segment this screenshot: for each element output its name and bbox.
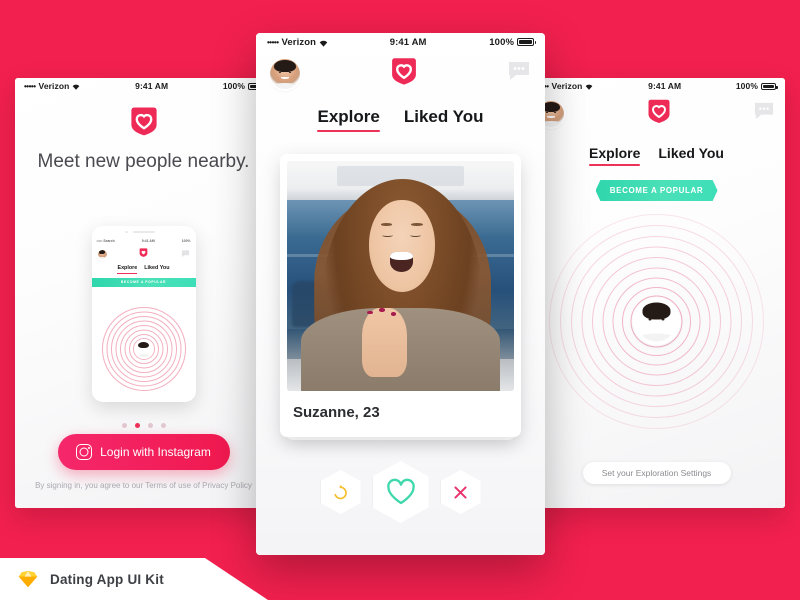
- right-status-bar: ••••• Verizon 9:41 AM 100%: [528, 78, 785, 94]
- chat-bubble-icon[interactable]: [753, 101, 775, 126]
- center-status-bar: ••••• Verizon 9:41 AM 100%: [256, 33, 545, 51]
- tab-liked-you[interactable]: Liked You: [404, 107, 484, 132]
- mockup-chat-icon: [181, 245, 190, 263]
- clock-label: 9:41 AM: [135, 81, 169, 91]
- footer-banner: Dating App UI Kit: [0, 558, 268, 600]
- exploration-settings-button[interactable]: Set your Exploration Settings: [582, 462, 731, 484]
- right-nav-bar: [528, 94, 785, 135]
- left-status-bar: ••••• Verizon 9:41 AM 100%: [15, 78, 272, 94]
- phone-mockup-preview: ••••• Search 9:41 AM 100% Explore Liked …: [91, 226, 196, 402]
- center-phone-screen: ••••• Verizon 9:41 AM 100% Explore Liked…: [256, 33, 545, 555]
- rewind-button[interactable]: [320, 470, 361, 514]
- signal-dots: •••••: [267, 37, 279, 47]
- dislike-button[interactable]: [440, 470, 481, 514]
- mockup-speaker: [124, 231, 155, 233]
- wifi-icon: [319, 39, 328, 47]
- mockup-avatar: [97, 249, 107, 259]
- pager-dot-3[interactable]: [147, 423, 153, 428]
- signal-dots: •••••: [24, 81, 36, 91]
- tab-liked-you[interactable]: Liked You: [658, 145, 724, 166]
- carrier-label: Verizon: [551, 81, 583, 91]
- right-phone-screen: ••••• Verizon 9:41 AM 100%: [528, 78, 785, 508]
- screenshot-canvas: ••••• Verizon 9:41 AM 100% Meet new peop…: [0, 0, 800, 600]
- mockup-radar: [101, 307, 186, 391]
- mockup-time: 9:41 AM: [141, 238, 155, 243]
- radar-visualization: [549, 213, 764, 429]
- profile-name-age: Suzanne, 23: [293, 404, 380, 421]
- pager-dot-4[interactable]: [160, 423, 166, 428]
- profile-card[interactable]: Suzanne, 23: [280, 154, 521, 437]
- pager-dot-2[interactable]: [134, 423, 140, 428]
- mockup-radar-avatar: [135, 341, 152, 357]
- heart-shield-logo: [644, 96, 674, 131]
- chat-bubble-icon[interactable]: [507, 60, 531, 87]
- left-phone-screen: ••••• Verizon 9:41 AM 100% Meet new peop…: [15, 78, 272, 508]
- clock-label: 9:41 AM: [648, 81, 682, 91]
- login-button-label: Login with Instagram: [100, 445, 211, 459]
- heart-shield-logo: [126, 103, 162, 144]
- mockup-battery: 100%: [181, 238, 191, 243]
- card-action-bar[interactable]: [256, 461, 545, 523]
- mockup-carrier: ••••• Search: [96, 238, 115, 243]
- wifi-icon: [72, 83, 80, 91]
- left-headline: Meet new people nearby.: [37, 151, 250, 172]
- profile-photo: [287, 161, 514, 391]
- mockup-status-bar: ••••• Search 9:41 AM 100%: [92, 237, 196, 244]
- pager-dot-1[interactable]: [121, 423, 127, 428]
- tab-explore[interactable]: Explore: [589, 145, 641, 166]
- instagram-icon: [76, 444, 93, 460]
- tab-explore[interactable]: Explore: [317, 107, 381, 132]
- sketch-diamond-icon: [17, 568, 39, 590]
- profile-card-stack: Suzanne, 23: [280, 154, 521, 440]
- onboarding-pager[interactable]: [15, 423, 272, 428]
- mockup-become-popular-badge: BECOME A POPULAR: [91, 277, 196, 287]
- heart-icon: [386, 478, 415, 505]
- mockup-logo-icon: [138, 245, 149, 263]
- battery-percent-label: 100%: [222, 81, 245, 91]
- carrier-label: Verizon: [281, 36, 317, 48]
- undo-arrow-icon: [334, 484, 347, 499]
- battery-full-icon: [517, 38, 536, 46]
- close-x-icon: [454, 485, 467, 499]
- legal-text: By signing in, you agree to our Terms of…: [35, 481, 252, 490]
- right-tab-bar[interactable]: Explore Liked You: [528, 145, 785, 166]
- wifi-icon: [585, 83, 593, 91]
- mockup-tab-explore: Explore: [117, 265, 138, 274]
- become-popular-badge[interactable]: BECOME A POPULAR: [595, 180, 718, 201]
- mockup-nav: [92, 244, 196, 265]
- center-tab-bar[interactable]: Explore Liked You: [256, 107, 545, 132]
- battery-full-icon: [760, 82, 778, 90]
- battery-percent-label: 100%: [735, 81, 758, 91]
- profile-avatar[interactable]: [270, 58, 300, 89]
- battery-percent-label: 100%: [489, 36, 514, 48]
- footer-title: Dating App UI Kit: [50, 571, 164, 587]
- like-button[interactable]: [372, 461, 429, 523]
- mockup-tabs: Explore Liked You: [92, 265, 196, 274]
- clock-label: 9:41 AM: [389, 36, 427, 48]
- carrier-label: Verizon: [38, 81, 70, 91]
- center-nav-bar: [256, 51, 545, 99]
- mockup-tab-liked: Liked You: [144, 265, 170, 271]
- login-with-instagram-button[interactable]: Login with Instagram: [57, 434, 230, 470]
- heart-shield-logo: [387, 54, 421, 93]
- radar-center-avatar[interactable]: [636, 301, 677, 341]
